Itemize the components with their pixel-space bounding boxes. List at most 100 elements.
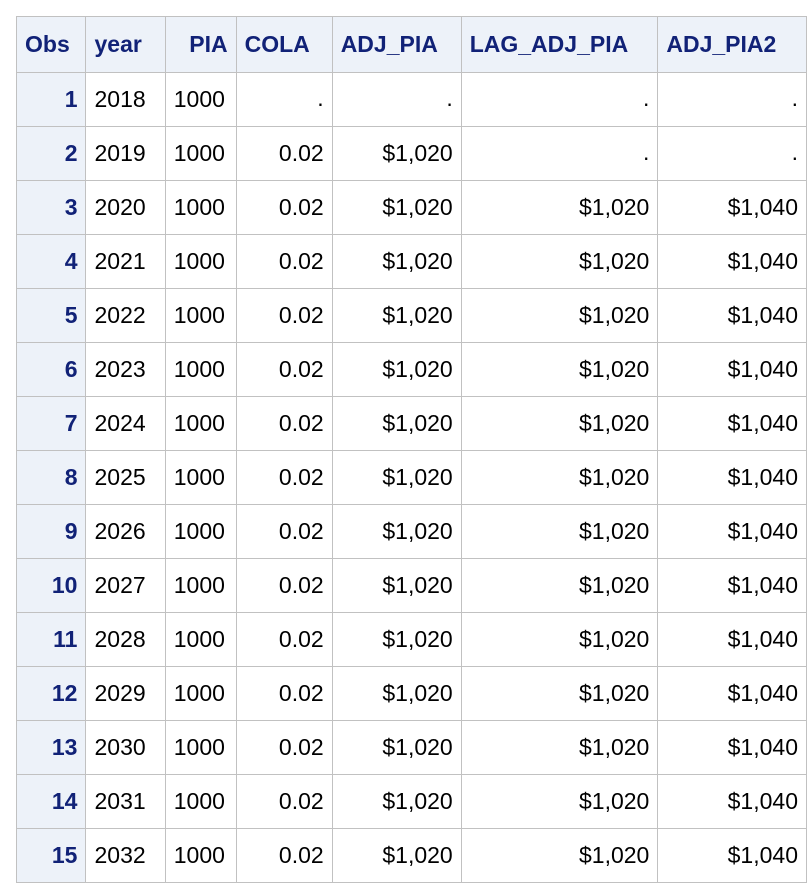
cell-adj-pia: $1,020	[331, 612, 462, 667]
cell-pia: 1000	[164, 288, 237, 343]
cell-adj-pia2: $1,040	[657, 558, 807, 613]
cell-pia: 1000	[164, 504, 237, 559]
table-body: 1 2018 1000.... 2 2019 1000 0.02 $1,020.. 3 2020 1…	[15, 72, 807, 883]
cell-lag-adj-pia: $1,020	[460, 288, 659, 343]
cell-adj-pia: $1,020	[331, 450, 462, 505]
table-row: 9 2026 1000 0.02 $1,020 $1,020 $1,040	[15, 504, 807, 559]
table-row: 15 2032 1000 0.02 $1,020 $1,020 $1,040	[15, 828, 807, 883]
cell-cola: 0.02	[235, 234, 333, 289]
cell-adj-pia: .	[331, 72, 462, 127]
cell-adj-pia2: $1,040	[657, 396, 807, 451]
cell-lag-adj-pia: $1,020	[460, 180, 659, 235]
table-row: 4 2021 1000 0.02 $1,020 $1,020 $1,040	[15, 234, 807, 289]
cell-adj-pia: $1,020	[331, 774, 462, 829]
cell-lag-adj-pia: $1,020	[460, 666, 659, 721]
cell-lag-adj-pia: $1,020	[460, 342, 659, 397]
cell-pia: 1000	[164, 666, 237, 721]
cell-year: 2030	[85, 720, 166, 775]
table-row: 2 2019 1000 0.02 $1,020..	[15, 126, 807, 181]
cell-adj-pia2: $1,040	[657, 504, 807, 559]
cell-cola: 0.02	[235, 612, 333, 667]
cell-pia: 1000	[164, 558, 237, 613]
cell-cola: 0.02	[235, 126, 333, 181]
cell-adj-pia2: $1,040	[657, 288, 807, 343]
cell-cola: 0.02	[235, 450, 333, 505]
cell-cola: 0.02	[235, 180, 333, 235]
cell-lag-adj-pia: .	[460, 72, 659, 127]
cell-adj-pia: $1,020	[331, 666, 462, 721]
cell-lag-adj-pia: $1,020	[460, 504, 659, 559]
cell-adj-pia2: $1,040	[657, 234, 807, 289]
cell-adj-pia: $1,020	[331, 504, 462, 559]
cell-adj-pia: $1,020	[331, 396, 462, 451]
row-obs-cell: 7	[15, 396, 87, 451]
row-obs-cell: 15	[15, 828, 87, 883]
cell-pia: 1000	[164, 234, 237, 289]
cell-adj-pia: $1,020	[331, 558, 462, 613]
cell-year: 2019	[85, 126, 166, 181]
cell-adj-pia: $1,020	[331, 234, 462, 289]
cell-adj-pia2: $1,040	[657, 342, 807, 397]
cell-adj-pia: $1,020	[331, 828, 462, 883]
cell-cola: 0.02	[235, 504, 333, 559]
cell-year: 2026	[85, 504, 166, 559]
cell-year: 2022	[85, 288, 166, 343]
column-header-lag-adj-pia: LAG_ADJ_PIA	[460, 16, 659, 73]
cell-adj-pia: $1,020	[331, 342, 462, 397]
cell-pia: 1000	[164, 342, 237, 397]
cell-lag-adj-pia: $1,020	[460, 450, 659, 505]
row-obs-cell: 2	[15, 126, 87, 181]
cell-year: 2027	[85, 558, 166, 613]
table-row: 11 2028 1000 0.02 $1,020 $1,020 $1,040	[15, 612, 807, 667]
table-row: 14 2031 1000 0.02 $1,020 $1,020 $1,040	[15, 774, 807, 829]
row-obs-cell: 6	[15, 342, 87, 397]
row-obs-cell: 1	[15, 72, 87, 127]
cell-cola: 0.02	[235, 774, 333, 829]
cell-adj-pia2: $1,040	[657, 180, 807, 235]
header-row: Obs year PIA COLA ADJ_PIA LAG_ADJ_PIA AD…	[15, 16, 807, 73]
cell-pia: 1000	[164, 612, 237, 667]
cell-adj-pia2: $1,040	[657, 720, 807, 775]
cell-cola: 0.02	[235, 396, 333, 451]
row-obs-cell: 5	[15, 288, 87, 343]
cell-pia: 1000	[164, 126, 237, 181]
cell-year: 2018	[85, 72, 166, 127]
cell-pia: 1000	[164, 774, 237, 829]
row-obs-cell: 14	[15, 774, 87, 829]
row-obs-cell: 4	[15, 234, 87, 289]
cell-cola: 0.02	[235, 288, 333, 343]
cell-adj-pia2: $1,040	[657, 612, 807, 667]
cell-adj-pia: $1,020	[331, 126, 462, 181]
row-obs-cell: 11	[15, 612, 87, 667]
cell-year: 2021	[85, 234, 166, 289]
cell-cola: 0.02	[235, 828, 333, 883]
cell-cola: 0.02	[235, 720, 333, 775]
row-obs-cell: 12	[15, 666, 87, 721]
cell-adj-pia2: .	[657, 126, 807, 181]
cell-adj-pia2: $1,040	[657, 774, 807, 829]
cell-year: 2020	[85, 180, 166, 235]
cell-lag-adj-pia: $1,020	[460, 612, 659, 667]
cell-lag-adj-pia: $1,020	[460, 396, 659, 451]
cell-adj-pia: $1,020	[331, 180, 462, 235]
cell-lag-adj-pia: $1,020	[460, 558, 659, 613]
cell-lag-adj-pia: $1,020	[460, 720, 659, 775]
table-row: 6 2023 1000 0.02 $1,020 $1,020 $1,040	[15, 342, 807, 397]
row-obs-cell: 8	[15, 450, 87, 505]
table-row: 13 2030 1000 0.02 $1,020 $1,020 $1,040	[15, 720, 807, 775]
table-row: 5 2022 1000 0.02 $1,020 $1,020 $1,040	[15, 288, 807, 343]
column-header-year: year	[85, 16, 166, 73]
row-obs-cell: 3	[15, 180, 87, 235]
cell-year: 2029	[85, 666, 166, 721]
row-obs-cell: 9	[15, 504, 87, 559]
table-row: 1 2018 1000....	[15, 72, 807, 127]
column-header-adj-pia2: ADJ_PIA2	[657, 16, 807, 73]
table-header: Obs year PIA COLA ADJ_PIA LAG_ADJ_PIA AD…	[15, 16, 807, 73]
column-header-cola: COLA	[235, 16, 333, 73]
cell-cola: .	[235, 72, 333, 127]
results-table: Obs year PIA COLA ADJ_PIA LAG_ADJ_PIA AD…	[15, 16, 807, 883]
column-header-adj-pia: ADJ_PIA	[331, 16, 462, 73]
cell-adj-pia2: .	[657, 72, 807, 127]
cell-year: 2031	[85, 774, 166, 829]
cell-pia: 1000	[164, 72, 237, 127]
